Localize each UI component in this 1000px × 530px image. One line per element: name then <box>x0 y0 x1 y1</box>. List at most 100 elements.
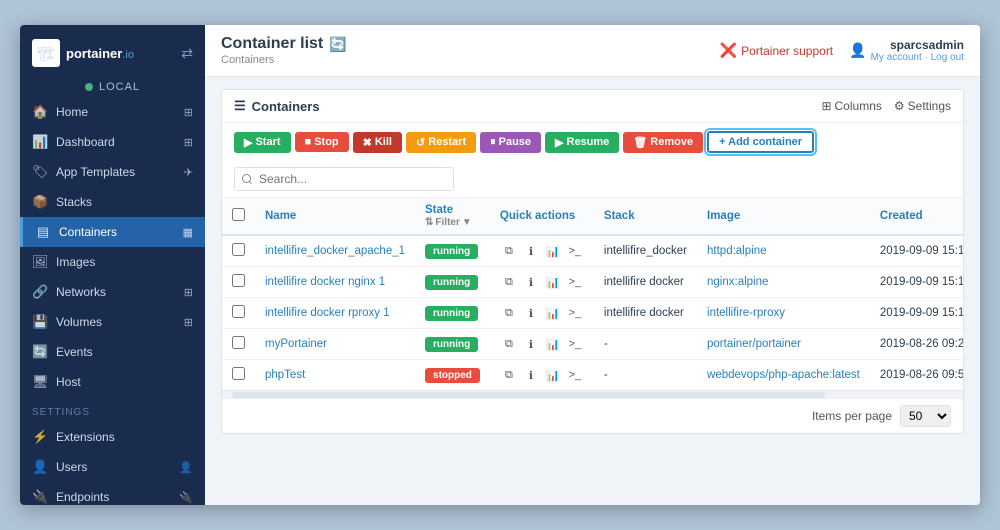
row-checkbox[interactable] <box>232 274 245 287</box>
terminal-icon[interactable]: >_ <box>566 273 584 291</box>
support-button[interactable]: ❌ Portainer support <box>720 42 834 59</box>
row-name: intellifire docker rproxy 1 <box>255 298 415 329</box>
stats-icon[interactable]: 📊 <box>544 242 562 260</box>
networks-icon: 🔗 <box>32 284 48 300</box>
image-link[interactable]: httpd:alpine <box>707 245 766 257</box>
copy-icon[interactable]: ⧉ <box>500 366 518 384</box>
th-name[interactable]: Name <box>255 198 415 235</box>
user-menu[interactable]: 👤 sparcsadmin My account · Log out <box>849 38 964 63</box>
add-container-button[interactable]: + Add container <box>707 131 814 153</box>
terminal-icon[interactable]: >_ <box>566 366 584 384</box>
stats-icon[interactable]: 📊 <box>544 304 562 322</box>
remove-button[interactable]: 🗑 Remove <box>623 132 703 153</box>
kill-button[interactable]: ✖ Kill <box>353 132 402 153</box>
items-per-page-select[interactable]: 50 25 100 <box>900 405 951 427</box>
endpoints-right-icon: 🔌 <box>179 491 193 504</box>
app-templates-icon: 🏷 <box>32 164 48 180</box>
pause-button[interactable]: ⏸ Pause <box>480 132 541 153</box>
sidebar-item-label: App Templates <box>56 165 135 179</box>
logo[interactable]: 🏗 portainer.io ⇄ <box>20 25 205 77</box>
start-icon: ▶ <box>244 136 252 149</box>
copy-icon[interactable]: ⧉ <box>500 273 518 291</box>
table-row: intellifire docker nginx 1 running ⧉ ℹ 📊… <box>222 267 963 298</box>
sidebar-item-label: Dashboard <box>56 135 115 149</box>
container-name-link[interactable]: intellifire docker rproxy 1 <box>265 307 390 319</box>
th-stack: Stack <box>594 198 697 235</box>
row-checkbox[interactable] <box>232 336 245 349</box>
copy-icon[interactable]: ⧉ <box>500 335 518 353</box>
copy-icon[interactable]: ⧉ <box>500 242 518 260</box>
sidebar-item-dashboard[interactable]: 📊 Dashboard ⊞ <box>20 127 205 157</box>
stats-icon[interactable]: 📊 <box>544 335 562 353</box>
container-name-link[interactable]: myPortainer <box>265 338 327 350</box>
my-account-text[interactable]: My account <box>871 52 922 63</box>
horizontal-scrollbar[interactable] <box>222 390 963 398</box>
row-checkbox-cell <box>222 235 255 267</box>
row-name: myPortainer <box>255 329 415 360</box>
image-link[interactable]: webdevops/php-apache:latest <box>707 369 860 381</box>
info-icon[interactable]: ℹ <box>522 273 540 291</box>
terminal-icon[interactable]: >_ <box>566 335 584 353</box>
th-state[interactable]: State ⇅ Filter ▼ <box>415 198 490 235</box>
refresh-icon[interactable]: 🔄 <box>329 36 346 53</box>
topbar: Container list 🔄 Containers ❌ Portainer … <box>205 25 980 77</box>
settings-button[interactable]: ⚙ Settings <box>894 99 951 113</box>
sidebar-item-volumes[interactable]: 💾 Volumes ⊞ <box>20 307 205 337</box>
sidebar-item-home[interactable]: 🏠 Home ⊞ <box>20 97 205 127</box>
containers-right-icon: ▦ <box>183 226 193 239</box>
info-icon[interactable]: ℹ <box>522 304 540 322</box>
info-icon[interactable]: ℹ <box>522 366 540 384</box>
pause-icon: ⏸ <box>490 136 496 149</box>
app-templates-right-icon: ✈ <box>184 166 193 179</box>
table-row: intellifire docker rproxy 1 running ⧉ ℹ … <box>222 298 963 329</box>
container-name-link[interactable]: phpTest <box>265 369 305 381</box>
sort-icon: ⇅ <box>425 217 433 228</box>
sidebar-item-containers[interactable]: ▤ Containers ▦ <box>20 217 205 247</box>
image-link[interactable]: nginx:alpine <box>707 276 768 288</box>
sidebar-toggle-icon[interactable]: ⇄ <box>181 45 193 62</box>
copy-icon[interactable]: ⧉ <box>500 304 518 322</box>
image-link[interactable]: intellifire-rproxy <box>707 307 785 319</box>
sidebar-item-networks[interactable]: 🔗 Networks ⊞ <box>20 277 205 307</box>
info-icon[interactable]: ℹ <box>522 335 540 353</box>
row-checkbox[interactable] <box>232 305 245 318</box>
dashboard-icon: 📊 <box>32 134 48 150</box>
row-stack: - <box>594 329 697 360</box>
sidebar-item-extensions[interactable]: ⚡ Extensions <box>20 422 205 452</box>
sidebar-item-stacks[interactable]: 📦 Stacks <box>20 187 205 217</box>
gear-icon: ⚙ <box>894 99 905 113</box>
row-checkbox[interactable] <box>232 367 245 380</box>
start-button[interactable]: ▶ Start <box>234 132 291 153</box>
sidebar-item-app-templates[interactable]: 🏷 App Templates ✈ <box>20 157 205 187</box>
sidebar-item-label: Host <box>56 375 81 389</box>
stats-icon[interactable]: 📊 <box>544 366 562 384</box>
restart-button[interactable]: ↺ Restart <box>406 132 476 153</box>
panel-actions: ⊞ Columns ⚙ Settings <box>821 99 951 113</box>
image-link[interactable]: portainer/portainer <box>707 338 801 350</box>
local-status-dot <box>85 83 93 91</box>
panel-title: ☰ Containers <box>234 98 320 114</box>
columns-button[interactable]: ⊞ Columns <box>821 99 881 113</box>
sidebar-item-label: Images <box>56 255 95 269</box>
info-icon[interactable]: ℹ <box>522 242 540 260</box>
select-all-checkbox[interactable] <box>232 208 245 221</box>
stats-icon[interactable]: 📊 <box>544 273 562 291</box>
container-name-link[interactable]: intellifire_docker_apache_1 <box>265 245 405 257</box>
terminal-icon[interactable]: >_ <box>566 242 584 260</box>
row-image: httpd:alpine <box>697 235 870 267</box>
page-title: Container list 🔄 <box>221 35 347 53</box>
stop-button[interactable]: ■ Stop <box>295 132 349 152</box>
container-name-link[interactable]: intellifire docker nginx 1 <box>265 276 385 288</box>
resume-button[interactable]: ▶ Resume <box>545 132 619 153</box>
terminal-icon[interactable]: >_ <box>566 304 584 322</box>
sidebar-item-images[interactable]: 🖼 Images <box>20 247 205 277</box>
sidebar-item-endpoints[interactable]: 🔌 Endpoints 🔌 <box>20 482 205 505</box>
sidebar-item-host[interactable]: 🖥 Host <box>20 367 205 397</box>
sidebar-item-users[interactable]: 👤 Users 👤 <box>20 452 205 482</box>
row-checkbox[interactable] <box>232 243 245 256</box>
sidebar-item-events[interactable]: 🔄 Events <box>20 337 205 367</box>
log-out-text[interactable]: Log out <box>931 52 964 63</box>
kill-icon: ✖ <box>363 136 372 149</box>
search-input[interactable] <box>234 167 454 191</box>
state-badge: running <box>425 244 478 259</box>
